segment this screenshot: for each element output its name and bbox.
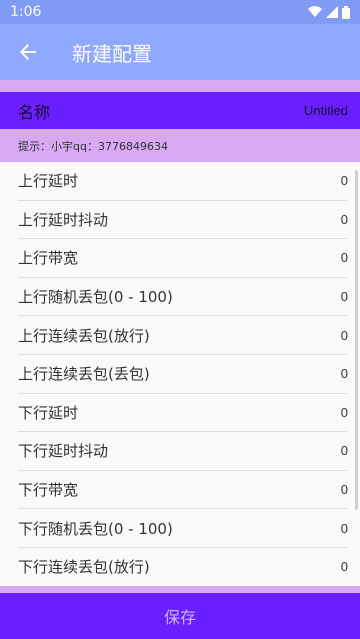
list-item[interactable]: 上行随机丢包(0 - 100) 0 [18, 278, 348, 317]
item-value[interactable]: 0 [341, 212, 348, 227]
status-bar: 1:06 [0, 0, 360, 24]
signal-icon [326, 6, 338, 18]
list-item[interactable]: 上行延时 0 [18, 162, 348, 201]
name-value[interactable]: Untitled [304, 103, 348, 118]
item-value[interactable]: 0 [341, 443, 348, 458]
battery-icon [342, 5, 350, 19]
item-label: 下行连续丢包(放行) [18, 558, 150, 577]
settings-list[interactable]: 上行延时 0 上行延时抖动 0 上行带宽 0 上行随机丢包(0 - 100) 0… [0, 162, 360, 586]
item-label: 上行连续丢包(放行) [18, 326, 150, 345]
list-item[interactable]: 上行带宽 0 [18, 239, 348, 278]
back-button[interactable] [0, 24, 56, 80]
scrollbar[interactable] [355, 170, 358, 510]
status-time: 1:06 [10, 4, 42, 20]
item-value[interactable]: 0 [341, 405, 348, 420]
list-item[interactable]: 上行连续丢包(丢包) 0 [18, 355, 348, 394]
save-area: 保存 [0, 586, 360, 639]
item-label: 下行延时抖动 [18, 442, 109, 461]
name-label: 名称 [18, 102, 51, 122]
item-value[interactable]: 0 [341, 250, 348, 265]
list-item[interactable]: 下行延时 0 [18, 394, 348, 433]
item-value[interactable]: 0 [341, 289, 348, 304]
list-item[interactable]: 上行连续丢包(放行) 0 [18, 316, 348, 355]
item-value[interactable]: 0 [341, 173, 348, 188]
item-value[interactable]: 0 [341, 559, 348, 574]
list-item[interactable]: 下行连续丢包(放行) 0 [18, 548, 348, 586]
status-icons [308, 5, 350, 19]
list-item[interactable]: 上行延时抖动 0 [18, 201, 348, 240]
arrow-back-icon [20, 44, 36, 60]
app-bar: 新建配置 [0, 24, 360, 80]
item-value[interactable]: 0 [341, 482, 348, 497]
item-label: 上行连续丢包(丢包) [18, 365, 150, 384]
item-label: 下行带宽 [18, 481, 79, 500]
list-item[interactable]: 下行延时抖动 0 [18, 432, 348, 471]
item-value[interactable]: 0 [341, 328, 348, 343]
item-label: 下行延时 [18, 403, 79, 422]
hint-text: 提示：小宇qq：3776849634 [0, 129, 360, 162]
item-label: 上行延时抖动 [18, 210, 109, 229]
item-label: 上行延时 [18, 172, 79, 191]
item-label: 下行随机丢包(0 - 100) [18, 519, 173, 538]
item-label: 上行随机丢包(0 - 100) [18, 288, 173, 307]
item-label: 上行带宽 [18, 249, 79, 268]
list-item[interactable]: 下行随机丢包(0 - 100) 0 [18, 509, 348, 548]
save-button[interactable]: 保存 [0, 593, 360, 639]
name-field[interactable]: 名称 Untitled [0, 92, 360, 129]
list-item[interactable]: 下行带宽 0 [18, 471, 348, 510]
wifi-icon [308, 6, 322, 18]
item-value[interactable]: 0 [341, 366, 348, 381]
item-value[interactable]: 0 [341, 521, 348, 536]
page-title: 新建配置 [72, 41, 152, 66]
